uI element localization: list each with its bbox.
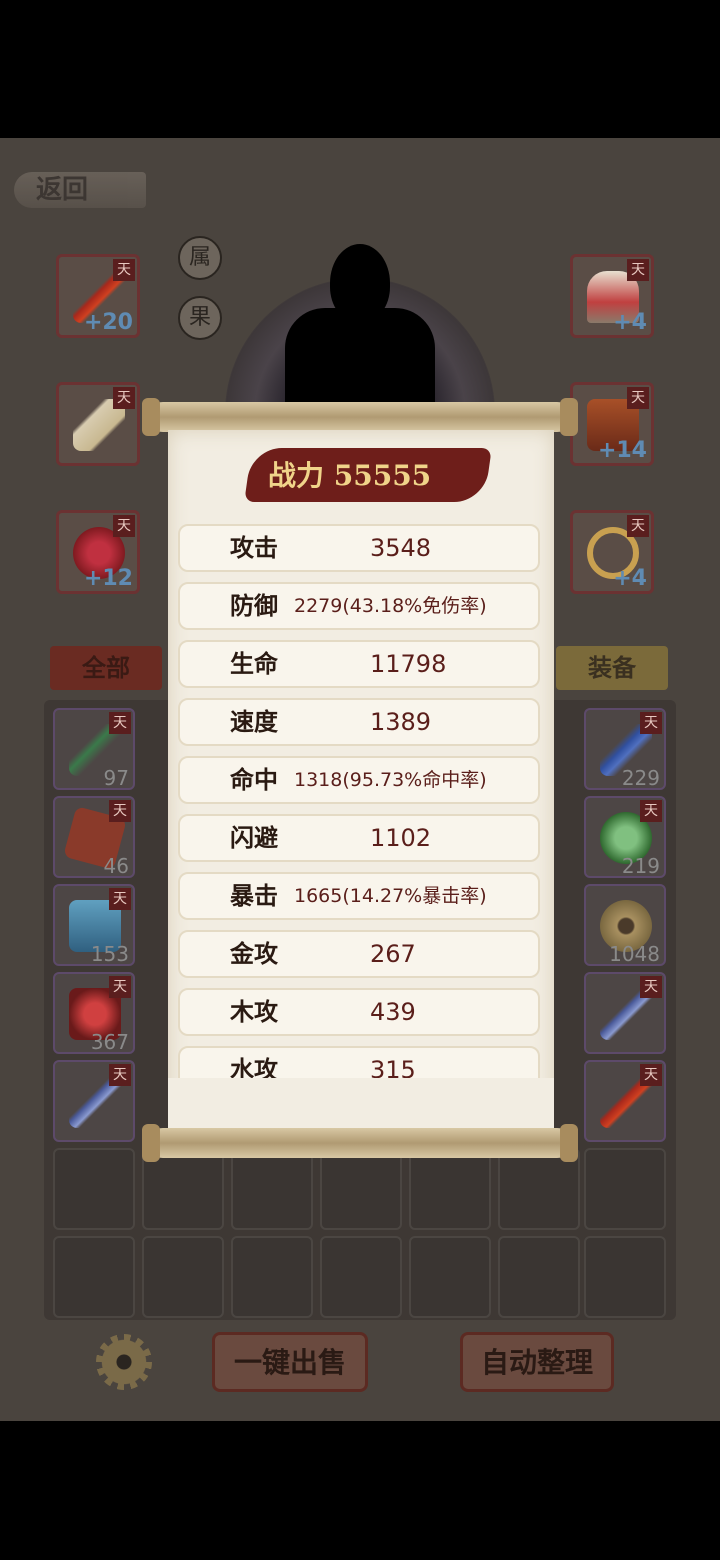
stat-row-dodge: 闪避 1102 (178, 814, 540, 862)
stat-label: 防御 (230, 591, 278, 620)
stat-value: 2279(43.18%免伤率) (294, 595, 487, 617)
stat-value: 1102 (370, 824, 432, 852)
stat-row-attack: 攻击 3548 (178, 524, 540, 572)
stat-value: 1318(95.73%命中率) (294, 769, 487, 791)
stat-row-wood-attack: 木攻 439 (178, 988, 540, 1036)
stat-row-crit: 暴击 1665(14.27%暴击率) (178, 872, 540, 920)
stat-value: 3548 (370, 534, 432, 562)
stat-label: 命中 (230, 765, 278, 794)
stat-label: 生命 (230, 649, 278, 678)
stat-value: 1665(14.27%暴击率) (294, 885, 487, 907)
stat-value: 267 (370, 940, 416, 968)
stat-row-speed: 速度 1389 (178, 698, 540, 746)
stat-value: 439 (370, 998, 416, 1026)
stats-scroll-overlay: 战力 55555 攻击 3548 防御 2279(43.18%免伤率) 生命 1… (0, 138, 720, 1421)
scroll-top-roller (142, 398, 578, 436)
stat-row-metal-attack: 金攻 267 (178, 930, 540, 978)
stat-label: 金攻 (230, 939, 278, 968)
scroll-bottom-roller (142, 1124, 578, 1162)
combat-power: 战力 55555 (268, 459, 432, 492)
stat-label: 攻击 (230, 533, 278, 562)
stat-row-defense: 防御 2279(43.18%免伤率) (178, 582, 540, 630)
stat-label: 闪避 (230, 823, 278, 852)
stat-label: 木攻 (230, 997, 278, 1026)
stat-value: 11798 (370, 650, 447, 678)
stats-paper[interactable]: 战力 55555 攻击 3548 防御 2279(43.18%免伤率) 生命 1… (168, 430, 554, 1130)
stat-label: 速度 (230, 707, 278, 736)
game-screen: 返回 天 +20 天 天 +12 属 果 天 +4 天 +14 天 +4 全部 … (0, 138, 720, 1421)
stat-row-hp: 生命 11798 (178, 640, 540, 688)
scroll-clip (168, 1078, 554, 1130)
stat-row-hit: 命中 1318(95.73%命中率) (178, 756, 540, 804)
stat-value: 1389 (370, 708, 432, 736)
stat-label: 暴击 (230, 881, 278, 910)
